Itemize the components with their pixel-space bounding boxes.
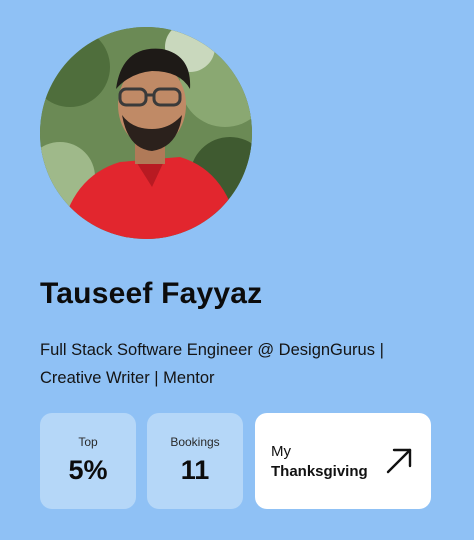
stat-bookings-card: Bookings 11 — [147, 413, 243, 509]
my-thanksgiving-button[interactable]: My Thanksgiving — [255, 413, 431, 509]
cta-line-1: My — [271, 443, 291, 460]
stat-top-label: Top — [78, 435, 98, 449]
stat-top-card: Top 5% — [40, 413, 136, 509]
profile-name: Tauseef Fayyaz — [40, 277, 263, 310]
cta-line-2: Thanksgiving — [271, 463, 368, 480]
profile-bio: Full Stack Software Engineer @ DesignGur… — [40, 336, 440, 392]
stat-bookings-label: Bookings — [170, 435, 220, 449]
bio-line-2: Creative Writer | Mentor — [40, 369, 215, 387]
profile-photo — [40, 27, 252, 239]
stat-bookings-value: 11 — [180, 455, 210, 485]
arrow-up-right-icon — [386, 448, 412, 474]
bio-line-1: Full Stack Software Engineer @ DesignGur… — [40, 341, 384, 359]
stat-top-value: 5% — [68, 455, 108, 485]
avatar — [40, 27, 252, 239]
